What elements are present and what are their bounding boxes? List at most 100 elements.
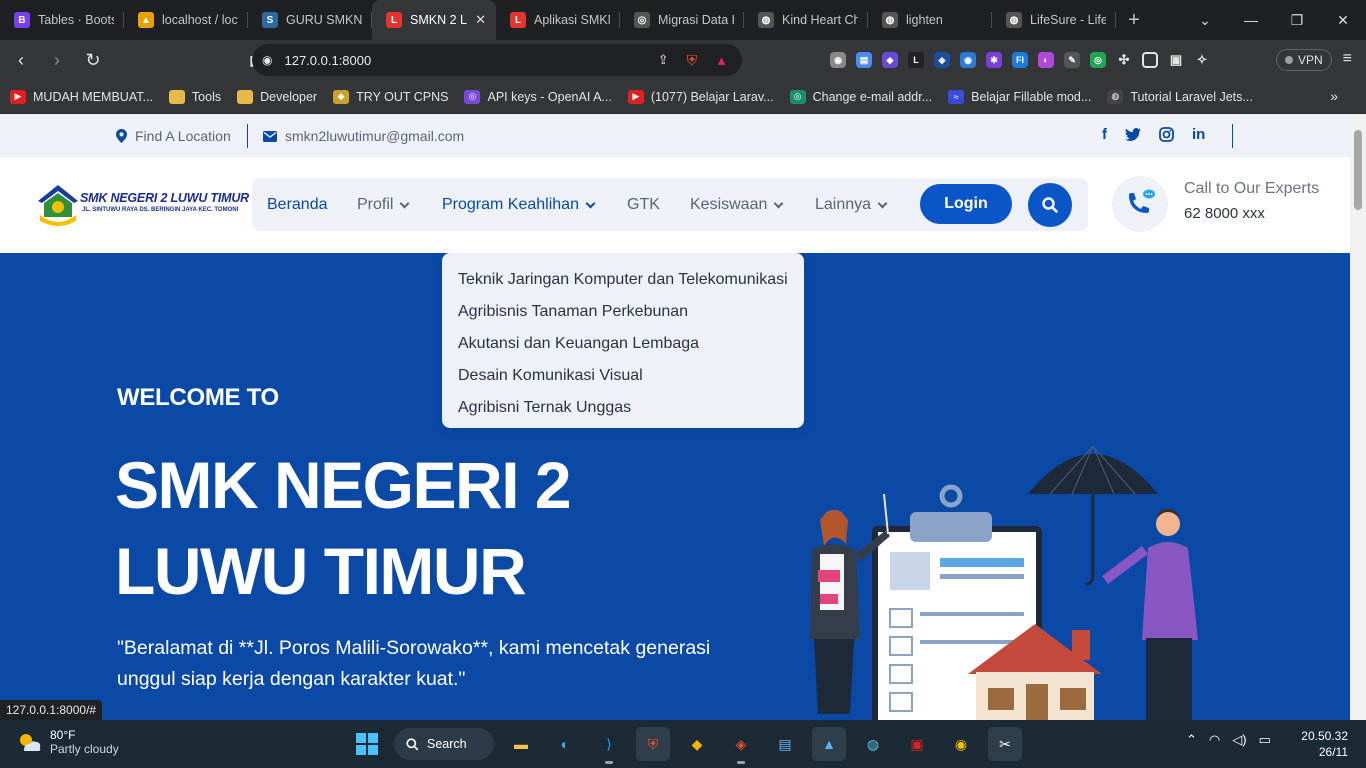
address-bar[interactable]: ◉ 127.0.0.1:8000 ⇪ ⛨ ▲ (252, 44, 742, 76)
leo-ai-icon[interactable]: ✧ (1194, 52, 1210, 68)
instagram-icon[interactable] (1159, 127, 1174, 142)
battery-icon[interactable]: ▭ (1259, 732, 1271, 748)
nav-kesiswaan[interactable]: Kesiswaan (690, 196, 784, 214)
extension-icon[interactable]: FI (1012, 52, 1028, 68)
extension-icon[interactable]: L (908, 52, 924, 68)
facebook-icon[interactable]: f (1102, 126, 1107, 143)
nav-program-keahlihan[interactable]: Program Keahlihan (442, 196, 596, 214)
file-explorer-icon[interactable]: ▬ (504, 727, 538, 761)
linkedin-icon[interactable]: in (1192, 126, 1205, 143)
email-link[interactable]: smkn2luwutimur@gmail.com (263, 128, 464, 144)
extension-icon[interactable]: ✱ (986, 52, 1002, 68)
start-button[interactable] (350, 727, 384, 761)
address-url[interactable]: 127.0.0.1:8000 (284, 53, 371, 68)
browser-tab[interactable]: S GURU SMKN 2 (248, 0, 372, 40)
dropdown-item[interactable]: Akutansi dan Keuangan Lembaga (442, 328, 804, 360)
bookmark-item[interactable]: ◍ Tutorial Laravel Jets... (1107, 89, 1253, 104)
weather-widget[interactable]: 80°F Partly cloudy (16, 728, 119, 756)
bookmark-item[interactable]: ◎ API keys - OpenAI A... (464, 89, 612, 104)
login-button[interactable]: Login (920, 184, 1012, 224)
bookmark-item[interactable]: Developer (237, 89, 317, 104)
bookmark-item[interactable]: ▶ MUDAH MEMBUAT... (10, 89, 153, 104)
browser-tab[interactable]: L Aplikasi SMKN (496, 0, 620, 40)
menu-icon[interactable]: ≡ (1343, 50, 1352, 68)
tab-title: GURU SMKN 2 (286, 13, 362, 27)
camera-icon[interactable]: ◉ (830, 52, 846, 68)
extensions-puzzle-icon[interactable]: ✣ (1116, 52, 1132, 68)
bookmark-favicon-icon: ◆ (333, 89, 350, 104)
extension-icon[interactable]: ◎ (1090, 52, 1106, 68)
edge-icon[interactable]: ◐ (548, 727, 582, 761)
globe-icon[interactable]: ◍ (856, 727, 890, 761)
bookmarks-more-icon[interactable]: » (1330, 88, 1338, 104)
wallet-icon[interactable]: ▣ (1168, 52, 1184, 68)
taskbar-search[interactable]: Search (394, 728, 494, 760)
bookmark-item[interactable]: ◆ TRY OUT CPNS (333, 89, 448, 104)
dropdown-item[interactable]: Agribisni Ternak Unggas (442, 392, 804, 424)
brave-shields-icon[interactable]: ⛨ (687, 52, 698, 69)
browser-tab[interactable]: ▲ localhost / loc (124, 0, 248, 40)
bookmark-item[interactable]: ≈ Belajar Fillable mod... (948, 89, 1091, 104)
extension-icon[interactable]: ▤ (856, 52, 872, 68)
pdf-icon[interactable]: ▣ (900, 727, 934, 761)
twitter-icon[interactable] (1125, 128, 1141, 142)
browser-tab[interactable]: ◍ Kind Heart Ch (744, 0, 868, 40)
capcut-icon[interactable]: ✂ (988, 727, 1022, 761)
nav-profil[interactable]: Profil (357, 196, 410, 214)
nav-beranda[interactable]: Beranda (267, 196, 328, 214)
wifi-icon[interactable]: ◠ (1209, 732, 1220, 748)
vpn-button[interactable]: VPN (1276, 49, 1332, 71)
nav-label: Profil (357, 196, 394, 213)
find-location-link[interactable]: Find A Location (116, 128, 231, 144)
dropdown-item[interactable]: Agribisnis Tanaman Perkebunan (442, 296, 804, 328)
nav-lainnya[interactable]: Lainnya (815, 196, 888, 214)
photos-icon[interactable]: ▲ (812, 727, 846, 761)
share-icon[interactable]: ⇪ (658, 52, 669, 68)
git-icon[interactable]: ◈ (724, 727, 758, 764)
vscode-icon[interactable]: ⟩ (592, 727, 626, 764)
dropdown-item[interactable]: Teknik Jaringan Komputer dan Telekomunik… (442, 264, 804, 296)
browser-tab[interactable]: ◍ LifeSure - Life (992, 0, 1116, 40)
sidebar-icon[interactable] (1142, 52, 1158, 68)
chrome-icon[interactable]: ◉ (944, 727, 978, 761)
browser-tab[interactable]: B Tables · Bootstr (0, 0, 124, 40)
laragon-icon[interactable]: ◆ (680, 727, 714, 761)
site-info-icon[interactable]: ◉ (262, 53, 272, 67)
notepad-icon[interactable]: ▤ (768, 727, 802, 761)
call-number[interactable]: 62 8000 xxx (1184, 205, 1265, 222)
volume-icon[interactable]: ◁) (1232, 732, 1246, 748)
brave-rewards-icon[interactable]: ▲ (715, 53, 728, 68)
tray-overflow-icon[interactable]: ⌃ (1186, 732, 1197, 748)
bookmark-item[interactable]: Tools (168, 89, 221, 104)
site-logo[interactable]: SMK NEGERI 2 LUWU TIMUR JL. SINTUWU RAYA… (36, 179, 249, 231)
brave-browser-icon[interactable]: ⛨ (636, 727, 670, 761)
search-button[interactable] (1028, 183, 1072, 227)
chevron-down-icon (773, 198, 784, 208)
new-tab-button[interactable]: + (1116, 0, 1152, 40)
reload-button[interactable]: ↻ (78, 45, 108, 75)
scrollbar-thumb[interactable] (1354, 130, 1362, 210)
browser-tab[interactable]: ◎ Migrasi Data L (620, 0, 744, 40)
page-scrollbar[interactable] (1350, 114, 1366, 720)
extension-icon[interactable]: ✎ (1064, 52, 1080, 68)
bookmark-item[interactable]: ▶ (1077) Belajar Larav... (627, 89, 774, 104)
back-button[interactable]: ‹ (6, 45, 36, 75)
bookmark-item[interactable]: ◎ Change e-mail addr... (789, 89, 932, 104)
extension-icon[interactable]: ◆ (882, 52, 898, 68)
close-tab-icon[interactable]: ✕ (475, 12, 486, 28)
forward-button[interactable]: › (42, 45, 72, 75)
tab-search-icon[interactable]: ⌄ (1182, 12, 1228, 29)
tab-title: LifeSure - Life (1030, 13, 1106, 27)
extension-icon[interactable]: ◐ (1038, 52, 1054, 68)
taskbar-clock[interactable]: 20.50.32 26/11 (1301, 728, 1348, 760)
extension-icon[interactable]: ◉ (960, 52, 976, 68)
maximize-button[interactable]: ❐ (1274, 12, 1320, 29)
extension-icon[interactable]: ◈ (934, 52, 950, 68)
minimize-button[interactable]: — (1228, 12, 1274, 28)
site-header: SMK NEGERI 2 LUWU TIMUR JL. SINTUWU RAYA… (0, 157, 1350, 253)
browser-tab[interactable]: L SMKN 2 L ✕ (372, 0, 496, 40)
dropdown-item[interactable]: Desain Komunikasi Visual (442, 360, 804, 392)
nav-gtk[interactable]: GTK (627, 196, 660, 214)
browser-tab[interactable]: ◍ lighten (868, 0, 992, 40)
close-window-button[interactable]: ✕ (1320, 12, 1366, 29)
